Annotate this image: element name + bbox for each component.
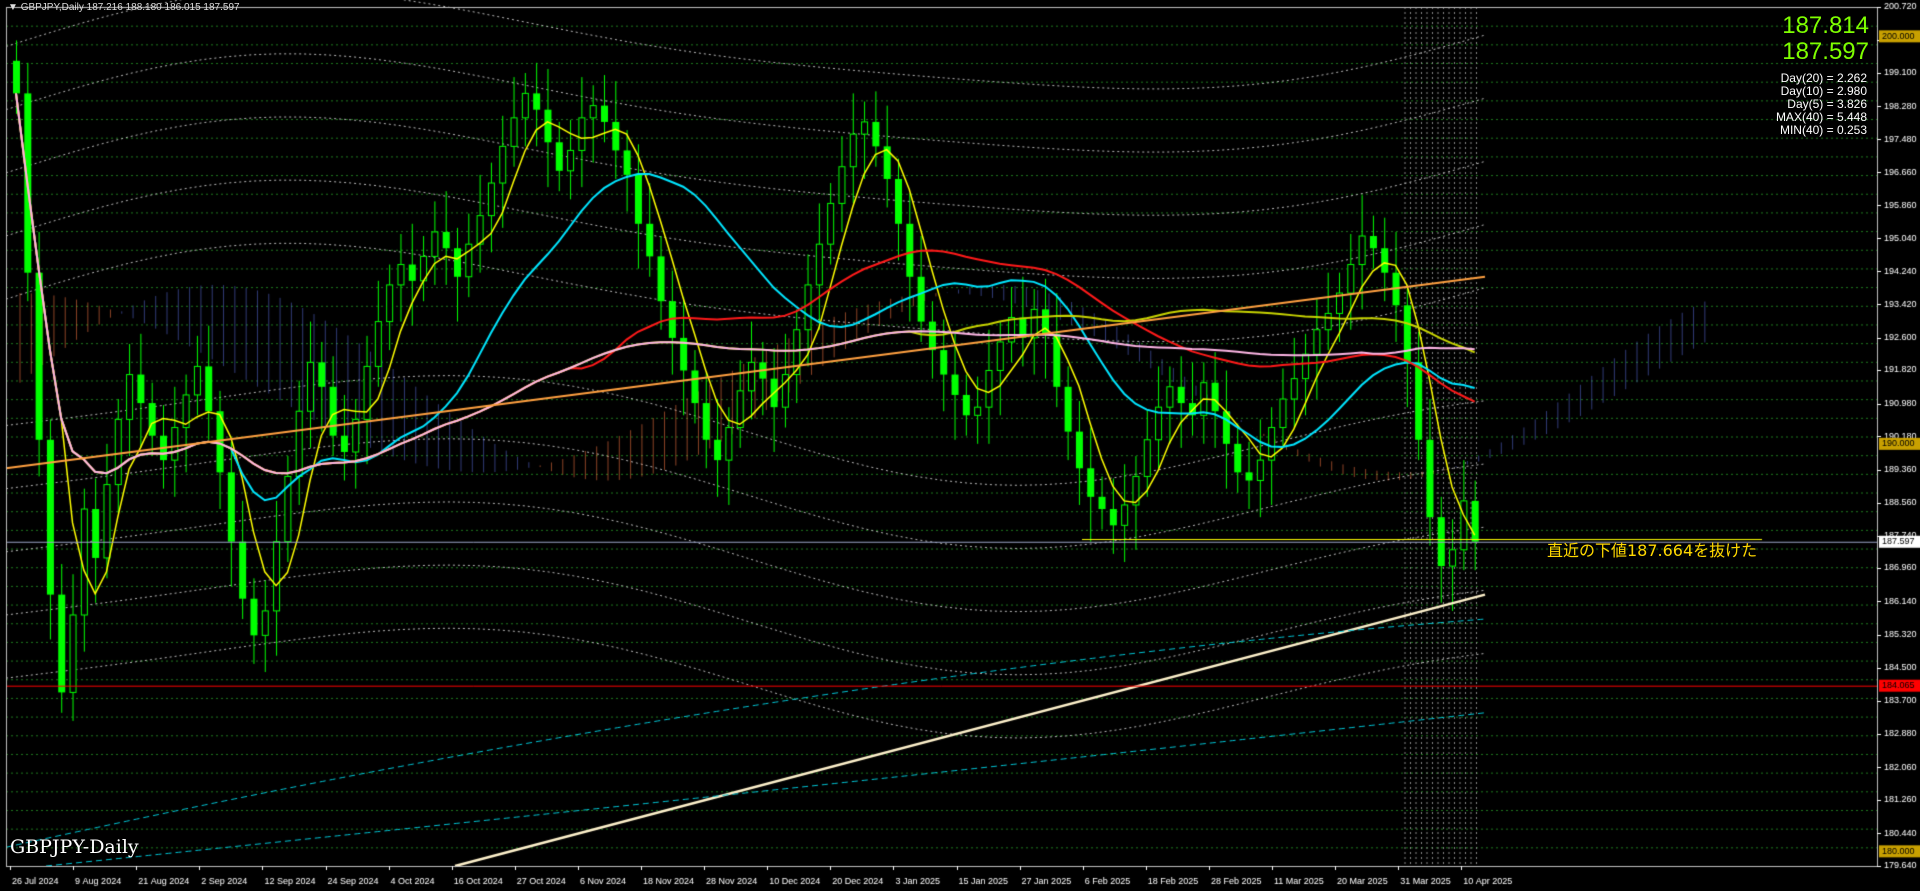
ohlc-values: 187.216 188.180 186.015 187.597	[86, 2, 240, 13]
stat-min40: MIN(40) = 0.253	[1779, 123, 1867, 137]
chart-header: ▼ GBPJPY,Daily 187.216 188.180 186.015 1…	[8, 2, 240, 13]
ask-price: 187.814	[1782, 12, 1869, 39]
symbol-label: GBPJPY-Daily	[10, 836, 139, 858]
chevron-down-icon[interactable]: ▼	[8, 2, 18, 13]
support-break-annotation: 直近の下値187.664を抜けた	[1547, 541, 1758, 560]
bid-price: 187.597	[1782, 38, 1869, 65]
price-chart-canvas[interactable]	[0, 0, 1920, 891]
symbol-timeframe: GBPJPY,Daily	[20, 2, 84, 13]
